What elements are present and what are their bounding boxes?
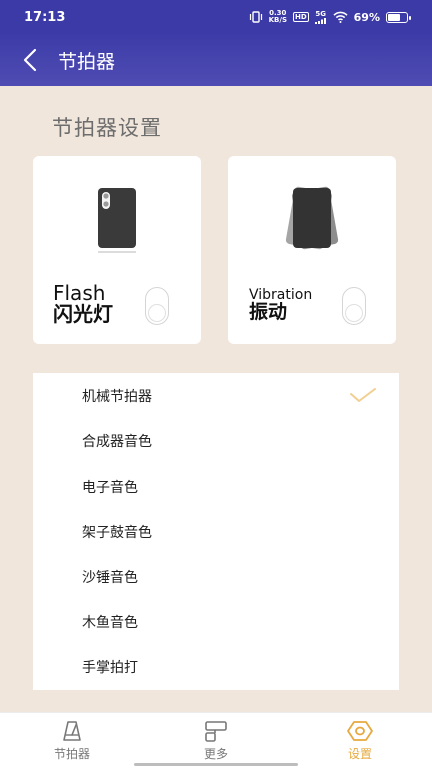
sound-option-electronic[interactable]: 电子音色 bbox=[33, 464, 399, 509]
check-icon bbox=[350, 388, 376, 402]
sound-option-label: 合成器音色 bbox=[82, 433, 152, 450]
settings-hexagon-icon bbox=[346, 720, 374, 742]
battery-fill bbox=[388, 13, 401, 21]
sound-option-label: 沙锤音色 bbox=[82, 569, 138, 586]
battery-icon bbox=[386, 11, 411, 23]
title-bar: 节拍器 bbox=[0, 34, 432, 86]
vibration-label: Vibration 振动 bbox=[249, 287, 313, 323]
sound-option-label: 电子音色 bbox=[82, 479, 138, 496]
phone-vibration-icon bbox=[285, 186, 339, 250]
sound-option-maracas[interactable]: 沙锤音色 bbox=[33, 554, 399, 599]
sound-option-label: 架子鼓音色 bbox=[82, 524, 152, 541]
nav-tab-label: 更多 bbox=[203, 747, 228, 761]
nav-tab-label: 设置 bbox=[347, 747, 372, 761]
nav-tab-metronome[interactable]: 节拍器 bbox=[0, 713, 144, 768]
signal-icon: 5G bbox=[314, 10, 327, 24]
sound-option-synth[interactable]: 合成器音色 bbox=[33, 418, 399, 463]
wifi-icon bbox=[333, 11, 348, 23]
phone-flash-icon bbox=[98, 188, 136, 253]
flash-card[interactable]: Flash 闪光灯 bbox=[33, 156, 201, 344]
network-speed: 0.30 KB/S bbox=[268, 9, 287, 24]
nav-tab-more[interactable]: 更多 bbox=[144, 713, 288, 768]
home-indicator[interactable] bbox=[134, 763, 298, 766]
section-title: 节拍器设置 bbox=[52, 116, 162, 140]
hd-badge: HD bbox=[292, 12, 309, 22]
status-time: 17:13 bbox=[24, 9, 66, 25]
nav-tab-settings[interactable]: 设置 bbox=[288, 713, 432, 768]
nav-tab-label: 节拍器 bbox=[53, 747, 90, 761]
back-button[interactable] bbox=[0, 34, 60, 86]
toggle-knob bbox=[148, 304, 166, 322]
sound-option-label: 手掌拍打 bbox=[82, 659, 138, 676]
sound-option-label: 木鱼音色 bbox=[82, 614, 138, 631]
bottom-nav: 节拍器 更多 设置 bbox=[0, 712, 432, 768]
chevron-left-icon bbox=[23, 48, 37, 72]
sound-option-mechanical[interactable]: 机械节拍器 bbox=[33, 373, 399, 418]
sound-option-hand-clap[interactable]: 手掌拍打 bbox=[33, 644, 399, 689]
flash-label: Flash 闪光灯 bbox=[53, 281, 113, 326]
sound-option-label: 机械节拍器 bbox=[82, 388, 152, 405]
sound-option-woodblock[interactable]: 木鱼音色 bbox=[33, 599, 399, 644]
flash-toggle[interactable] bbox=[145, 287, 169, 325]
vibration-toggle[interactable] bbox=[342, 287, 366, 325]
sound-option-drum-kit[interactable]: 架子鼓音色 bbox=[33, 509, 399, 554]
battery-percent: 69% bbox=[353, 10, 380, 24]
vibrate-mode-icon bbox=[249, 11, 263, 23]
status-icons: 0.30 KB/S HD 5G 69% bbox=[249, 9, 411, 24]
page-title: 节拍器 bbox=[58, 50, 116, 73]
more-icon bbox=[204, 720, 228, 742]
status-bar: 17:13 0.30 KB/S HD 5G 69% bbox=[0, 0, 432, 34]
toggle-knob bbox=[345, 304, 363, 322]
metronome-icon bbox=[61, 720, 83, 742]
sound-list: 机械节拍器 合成器音色 电子音色 架子鼓音色 沙锤音色 木鱼音色 手掌拍打 bbox=[33, 373, 399, 690]
vibration-card[interactable]: Vibration 振动 bbox=[228, 156, 396, 344]
